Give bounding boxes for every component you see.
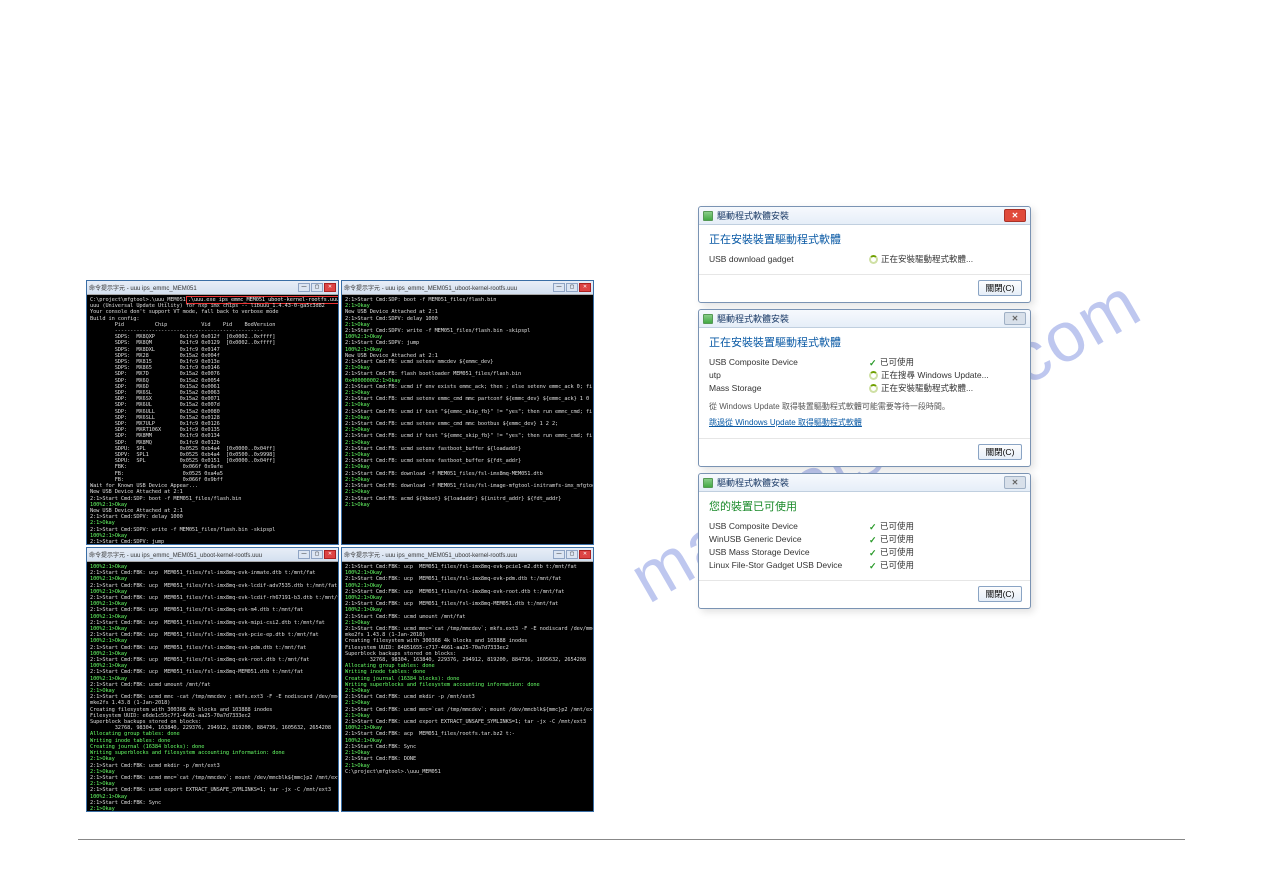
window-buttons: — ▢ ✕: [553, 283, 591, 292]
window-buttons: — ▢ ✕: [553, 550, 591, 559]
device-name: USB Composite Device: [709, 356, 869, 369]
maximize-button[interactable]: ▢: [311, 283, 323, 292]
terminal-output: C:\project\mfgtool>.\uuu_MEM051.\uuu.exe…: [87, 295, 338, 545]
terminal-title: 命令提示字元 - uuu ips_emmc_MEM051: [89, 283, 197, 292]
device-name: USB download gadget: [709, 253, 869, 266]
dialog-title: 驅動程式軟體安裝: [703, 209, 789, 222]
dialog-titlebar: 驅動程式軟體安裝 ✕: [699, 207, 1030, 225]
minimize-button[interactable]: —: [553, 283, 565, 292]
device-name: utp: [709, 369, 869, 382]
device-status: ✓已可使用: [869, 356, 914, 369]
close-button[interactable]: ✕: [579, 283, 591, 292]
device-row: Mass Storage正在安裝驅動程式軟體...: [709, 382, 1020, 395]
device-name: WinUSB Generic Device: [709, 533, 869, 546]
driver-install-dialog-3: 驅動程式軟體安裝 ✕ 您的裝置已可使用 USB Composite Device…: [698, 473, 1031, 609]
terminal-output: 2:1>Start Cmd:SDP: boot -f MEM051_files/…: [342, 295, 593, 510]
spinner-icon: [869, 371, 878, 380]
device-row: USB Mass Storage Device✓已可使用: [709, 546, 1020, 559]
terminal-output: 2:1>Start Cmd:FBK: ucp MEM051_files/fsl-…: [342, 562, 593, 777]
terminal-output: 100%2:1>Okay2:1>Start Cmd:FBK: ucp MEM05…: [87, 562, 338, 812]
dialog-body: 正在安裝裝置驅動程式軟體 USB download gadget 正在安裝驅動程…: [699, 225, 1030, 274]
close-dialog-button[interactable]: 關閉(C): [978, 444, 1022, 460]
close-button[interactable]: ✕: [1004, 209, 1026, 222]
check-icon: ✓: [869, 359, 877, 367]
check-icon: ✓: [869, 549, 877, 557]
driver-dialog-column: 驅動程式軟體安裝 ✕ 正在安裝裝置驅動程式軟體 USB download gad…: [698, 206, 1031, 609]
minimize-button[interactable]: —: [553, 550, 565, 559]
driver-install-dialog-1: 驅動程式軟體安裝 ✕ 正在安裝裝置驅動程式軟體 USB download gad…: [698, 206, 1031, 303]
dialog-titlebar: 驅動程式軟體安裝 ✕: [699, 310, 1030, 328]
terminal-window-c: 命令提示字元 - uuu ips_emmc_MEM051_uboot-kerne…: [86, 547, 339, 812]
driver-icon: [703, 314, 713, 324]
dialog-heading: 正在安裝裝置驅動程式軟體: [709, 334, 1020, 350]
terminal-titlebar: 命令提示字元 - uuu ips_emmc_MEM051 — ▢ ✕: [87, 281, 338, 295]
dialog-heading: 您的裝置已可使用: [709, 498, 1020, 514]
dialog-title: 驅動程式軟體安裝: [703, 476, 789, 489]
terminal-window-d: 命令提示字元 - uuu ips_emmc_MEM051_uboot-kerne…: [341, 547, 594, 812]
check-icon: ✓: [869, 562, 877, 570]
minimize-button[interactable]: —: [298, 283, 310, 292]
dialog-button-row: 關閉(C): [699, 274, 1030, 302]
skip-windows-update-link[interactable]: 跳過從 Windows Update 取得驅動程式軟體: [709, 417, 862, 428]
device-row: WinUSB Generic Device✓已可使用: [709, 533, 1020, 546]
device-row: utp正在搜尋 Windows Update...: [709, 369, 1020, 382]
driver-icon: [703, 211, 713, 221]
terminal-window-a: 命令提示字元 - uuu ips_emmc_MEM051 — ▢ ✕ C:\pr…: [86, 280, 339, 545]
device-status: ✓已可使用: [869, 546, 914, 559]
close-button[interactable]: ✕: [1004, 476, 1026, 489]
dialog-button-row: 關閉(C): [699, 580, 1030, 608]
terminal-title: 命令提示字元 - uuu ips_emmc_MEM051_uboot-kerne…: [89, 550, 262, 559]
dialog-body: 正在安裝裝置驅動程式軟體 USB Composite Device✓已可使用ut…: [699, 328, 1030, 438]
device-status: ✓已可使用: [869, 533, 914, 546]
device-status: ✓已可使用: [869, 520, 914, 533]
window-buttons: — ▢ ✕: [298, 550, 336, 559]
terminal-titlebar: 命令提示字元 - uuu ips_emmc_MEM051_uboot-kerne…: [342, 281, 593, 295]
terminal-title: 命令提示字元 - uuu ips_emmc_MEM051_uboot-kerne…: [344, 550, 517, 559]
dialog-button-row: 關閉(C): [699, 438, 1030, 466]
device-row: Linux File-Stor Gadget USB Device✓已可使用: [709, 559, 1020, 572]
close-button[interactable]: ✕: [579, 550, 591, 559]
device-name: USB Mass Storage Device: [709, 546, 869, 559]
device-name: USB Composite Device: [709, 520, 869, 533]
device-status: 正在安裝驅動程式軟體...: [869, 253, 973, 266]
device-status: 正在搜尋 Windows Update...: [869, 369, 989, 382]
check-icon: ✓: [869, 536, 877, 544]
dialog-body: 您的裝置已可使用 USB Composite Device✓已可使用WinUSB…: [699, 492, 1030, 580]
driver-icon: [703, 478, 713, 488]
dialog-titlebar: 驅動程式軟體安裝 ✕: [699, 474, 1030, 492]
window-buttons: — ▢ ✕: [298, 283, 336, 292]
terminal-grid: 命令提示字元 - uuu ips_emmc_MEM051 — ▢ ✕ C:\pr…: [86, 280, 594, 812]
device-name: Linux File-Stor Gadget USB Device: [709, 559, 869, 572]
document-page: manualshive.com 命令提示字元 - uuu ips_emmc_ME…: [78, 20, 1185, 840]
terminal-titlebar: 命令提示字元 - uuu ips_emmc_MEM051_uboot-kerne…: [87, 548, 338, 562]
dialog-heading: 正在安裝裝置驅動程式軟體: [709, 231, 1020, 247]
close-button[interactable]: ✕: [324, 283, 336, 292]
driver-install-dialog-2: 驅動程式軟體安裝 ✕ 正在安裝裝置驅動程式軟體 USB Composite De…: [698, 309, 1031, 467]
device-status: ✓已可使用: [869, 559, 914, 572]
spinner-icon: [869, 255, 878, 264]
close-button[interactable]: ✕: [1004, 312, 1026, 325]
maximize-button[interactable]: ▢: [311, 550, 323, 559]
device-row: USB Composite Device✓已可使用: [709, 356, 1020, 369]
terminal-titlebar: 命令提示字元 - uuu ips_emmc_MEM051_uboot-kerne…: [342, 548, 593, 562]
dialog-note: 從 Windows Update 取得裝置驅動程式軟體可能需要等待一段時間。: [709, 401, 1020, 412]
close-dialog-button[interactable]: 關閉(C): [978, 586, 1022, 602]
close-button[interactable]: ✕: [324, 550, 336, 559]
device-row: USB Composite Device✓已可使用: [709, 520, 1020, 533]
spinner-icon: [869, 384, 878, 393]
dialog-title: 驅動程式軟體安裝: [703, 312, 789, 325]
maximize-button[interactable]: ▢: [566, 550, 578, 559]
maximize-button[interactable]: ▢: [566, 283, 578, 292]
device-name: Mass Storage: [709, 382, 869, 395]
check-icon: ✓: [869, 523, 877, 531]
terminal-title: 命令提示字元 - uuu ips_emmc_MEM051_uboot-kerne…: [344, 283, 517, 292]
device-row: USB download gadget 正在安裝驅動程式軟體...: [709, 253, 1020, 266]
close-dialog-button[interactable]: 關閉(C): [978, 280, 1022, 296]
terminal-window-b: 命令提示字元 - uuu ips_emmc_MEM051_uboot-kerne…: [341, 280, 594, 545]
minimize-button[interactable]: —: [298, 550, 310, 559]
device-status: 正在安裝驅動程式軟體...: [869, 382, 973, 395]
